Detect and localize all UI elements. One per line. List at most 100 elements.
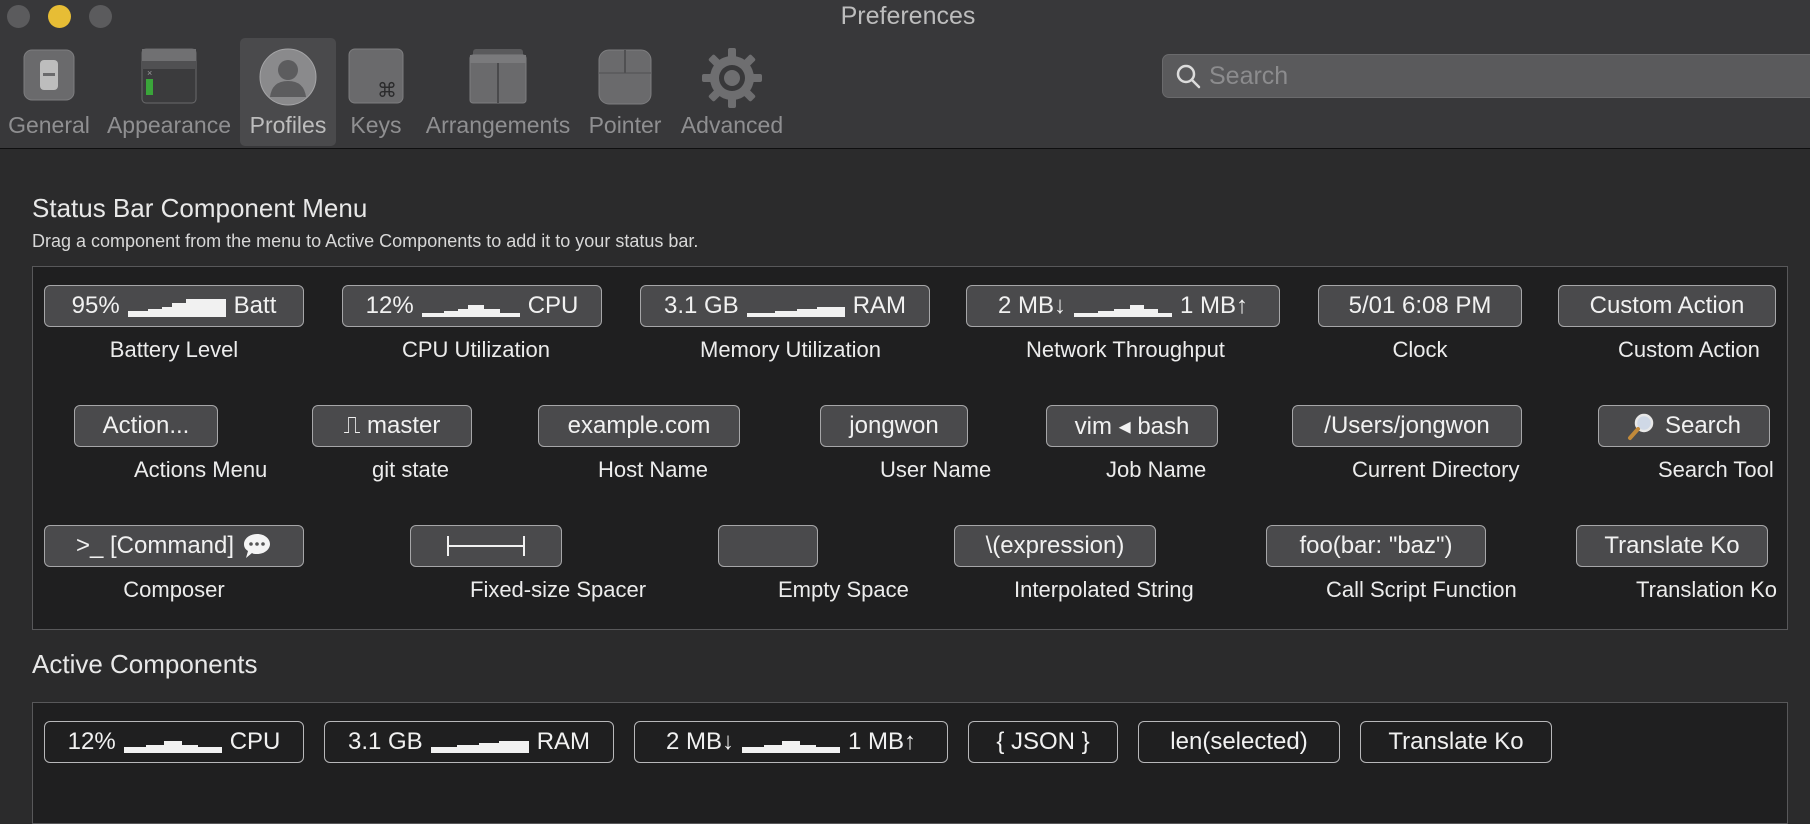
pill-value: 2 MB↓ <box>997 292 1066 319</box>
component-label: User Name <box>880 457 992 482</box>
component-pill[interactable]: /Users/jongwon <box>1292 405 1522 447</box>
search-input[interactable] <box>1207 59 1771 93</box>
component-label: Network Throughput <box>1026 337 1225 362</box>
component-pill[interactable]: 3.1 GB RAM <box>640 285 930 327</box>
component-label: Search Tool <box>1658 457 1774 482</box>
magnifier-icon <box>1627 413 1654 440</box>
component-pill[interactable]: vim ◂ bash <box>1046 405 1218 447</box>
terminal-window-icon: × <box>140 47 198 110</box>
tab-label: Keys <box>350 112 402 138</box>
component-pill[interactable]: Translate Ko <box>1576 525 1768 567</box>
sparkline-graph <box>1074 305 1172 317</box>
component-pill[interactable]: example.com <box>538 405 740 447</box>
search-field[interactable] <box>1162 54 1810 98</box>
component-label: Call Script Function <box>1326 577 1517 602</box>
component-menu-panel: 95% Batt Battery Level 12% CPU CPU Utili… <box>32 266 1788 630</box>
component-label: Host Name <box>598 457 709 482</box>
tab-keys[interactable]: ⌘ Keys <box>342 38 410 146</box>
gear-icon <box>701 47 763 114</box>
component-label: Clock <box>1392 337 1448 362</box>
pill-unit: 1 MB↑ <box>848 728 917 755</box>
pill-value: 12% <box>365 292 414 319</box>
sparkline-graph <box>746 307 845 317</box>
tab-label: Profiles <box>249 112 327 138</box>
component-label: Current Directory <box>1352 457 1520 482</box>
component-pill[interactable]: Search <box>1598 405 1770 447</box>
pill-unit: 1 MB↑ <box>1180 292 1249 319</box>
component-pill[interactable] <box>410 525 562 567</box>
sparkline-graph <box>127 299 226 317</box>
component-pill[interactable]: \(expression) <box>954 525 1156 567</box>
active-len-selected-component[interactable]: len(selected) <box>1138 721 1340 763</box>
active-components-panel: 12% CPU 3.1 GB RAM 2 MB↓ 1 MB↑ { JSON } … <box>32 702 1788 824</box>
pill-unit: RAM <box>536 728 591 755</box>
pill-value: 12% <box>67 728 116 755</box>
component-pill[interactable] <box>718 525 818 567</box>
switch-icon <box>21 47 77 108</box>
tab-label: Pointer <box>588 112 662 138</box>
component-pill[interactable]: Custom Action <box>1558 285 1776 327</box>
component-label: git state <box>372 457 450 482</box>
component-label: Battery Level <box>109 337 239 362</box>
component-label: Translation Ko <box>1636 577 1778 602</box>
search-icon <box>1175 63 1201 94</box>
component-pill[interactable]: 2 MB↓ 1 MB↑ <box>966 285 1280 327</box>
menu-description: Drag a component from the menu to Active… <box>32 231 699 251</box>
active-ram-component[interactable]: 3.1 GB RAM <box>324 721 614 763</box>
spacer-bracket-icon <box>447 536 525 556</box>
active-translate-ko-component[interactable]: Translate Ko <box>1360 721 1552 763</box>
sparkline-graph <box>430 741 529 753</box>
component-pill[interactable]: 95% Batt <box>44 285 304 327</box>
active-network-component[interactable]: 2 MB↓ 1 MB↑ <box>634 721 948 763</box>
pill-unit: CPU <box>527 292 579 319</box>
pill-value: Search <box>1664 412 1742 439</box>
window-stack-icon <box>467 47 529 112</box>
component-label: Composer <box>123 577 225 602</box>
component-pill[interactable]: foo(bar: "baz") <box>1266 525 1486 567</box>
component-pill[interactable]: >_ [Command] <box>44 525 304 567</box>
component-pill[interactable]: 12% CPU <box>342 285 602 327</box>
svg-text:⌘: ⌘ <box>377 78 397 102</box>
toolbar: Preferences General × Appearance Profile… <box>0 0 1810 149</box>
menu-section-title: Status Bar Component Menu <box>32 193 368 223</box>
pill-unit: RAM <box>852 292 907 319</box>
component-label: Job Name <box>1106 457 1207 482</box>
pill-unit: Batt <box>233 292 277 319</box>
pill-value: >_ [Command] <box>75 532 235 559</box>
tab-pointer[interactable]: Pointer <box>584 38 666 146</box>
tab-label: Arrangements <box>425 112 571 138</box>
component-label: Interpolated String <box>1014 577 1194 602</box>
tab-profiles[interactable]: Profiles <box>240 38 336 146</box>
sparkline-graph <box>421 305 520 317</box>
window-title: Preferences <box>840 2 976 30</box>
tab-label: General <box>8 112 90 138</box>
component-pill[interactable]: ⎍ master <box>312 405 472 447</box>
component-label: Fixed-size Spacer <box>470 577 647 602</box>
active-section-title: Active Components <box>32 649 258 679</box>
tab-general[interactable]: General <box>4 38 94 146</box>
command-key-icon: ⌘ <box>347 47 405 110</box>
user-silhouette-icon <box>258 47 318 112</box>
component-label: Memory Utilization <box>700 337 881 362</box>
active-json-component[interactable]: { JSON } <box>968 721 1118 763</box>
tab-label: Appearance <box>106 112 232 138</box>
component-label: Empty Space <box>778 577 909 602</box>
pill-value: 95% <box>71 292 120 319</box>
active-cpu-component[interactable]: 12% CPU <box>44 721 304 763</box>
sparkline-graph <box>123 741 222 753</box>
tab-arrangements[interactable]: Arrangements <box>420 38 576 146</box>
component-label: Custom Action <box>1618 337 1760 362</box>
pill-unit: CPU <box>229 728 281 755</box>
tab-label: Advanced <box>680 112 784 138</box>
speech-bubble-icon <box>244 534 271 558</box>
component-pill[interactable]: 5/01 6:08 PM <box>1318 285 1522 327</box>
tab-appearance[interactable]: × Appearance <box>104 38 234 146</box>
pill-value: 3.1 GB <box>663 292 739 319</box>
component-pill[interactable]: jongwon <box>820 405 968 447</box>
component-pill[interactable]: Action... <box>74 405 218 447</box>
tab-advanced[interactable]: Advanced <box>676 38 788 146</box>
component-label: CPU Utilization <box>402 337 550 362</box>
mouse-icon <box>596 47 654 112</box>
svg-text:×: × <box>147 68 152 78</box>
component-label: Actions Menu <box>134 457 268 482</box>
